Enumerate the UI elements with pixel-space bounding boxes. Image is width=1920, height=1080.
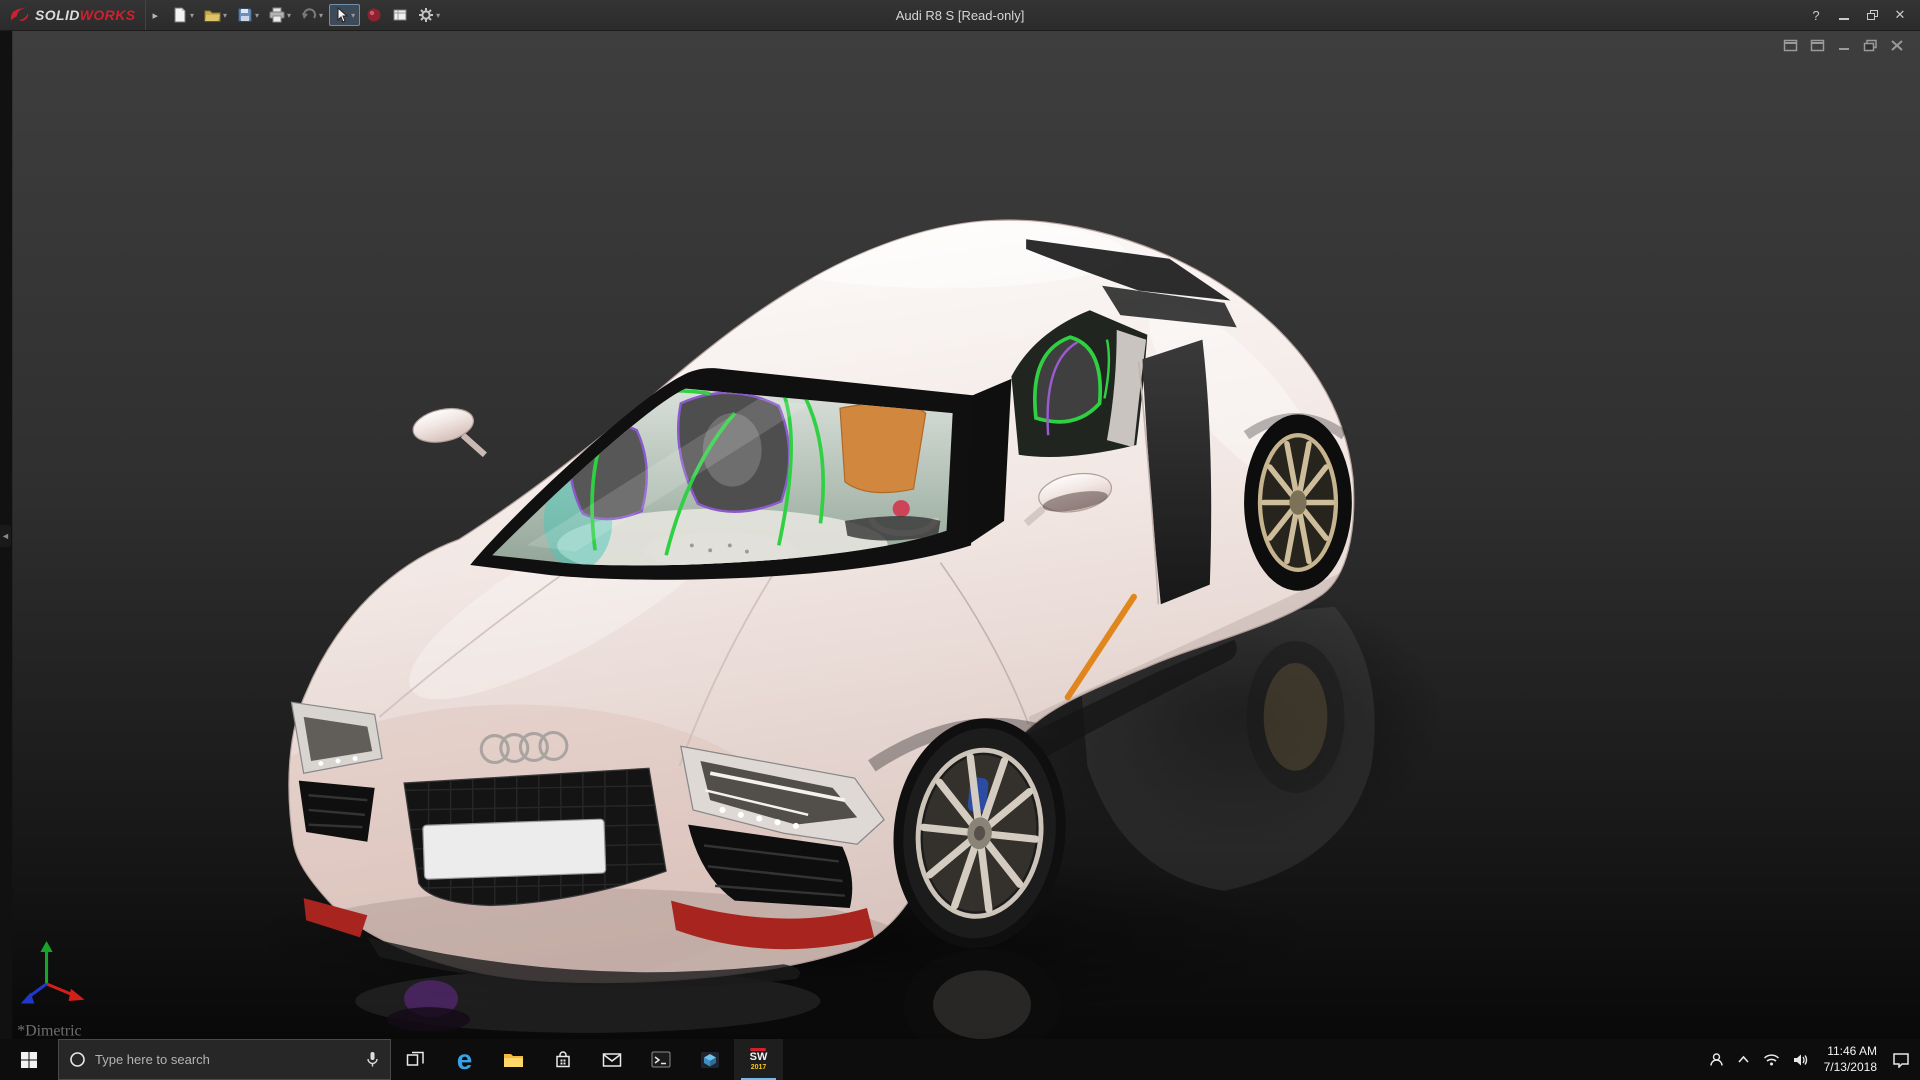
windows-logo-icon [20, 1051, 38, 1069]
taskbar: e [0, 1039, 1920, 1080]
undo-icon [301, 7, 317, 23]
store-icon [554, 1050, 572, 1069]
dropdown-caret[interactable]: ▾ [436, 11, 440, 20]
command-prompt-icon [651, 1051, 671, 1068]
network-icon[interactable] [1763, 1053, 1780, 1066]
dropdown-caret[interactable]: ▾ [287, 11, 291, 20]
appearance-button[interactable] [362, 5, 386, 25]
clock-date: 7/13/2018 [1824, 1060, 1877, 1076]
save-button[interactable]: ▾ [233, 5, 263, 25]
taskbar-search[interactable] [58, 1039, 391, 1080]
menu-flyout-arrow[interactable]: ▸ [146, 9, 168, 22]
file-explorer-button[interactable] [489, 1039, 538, 1080]
window-icon[interactable] [1783, 39, 1798, 52]
select-arrow-icon [334, 7, 349, 23]
solidworks-logo: SOLIDWORKS [0, 0, 146, 30]
options-gear-icon [418, 7, 434, 23]
dropdown-caret[interactable]: ▾ [255, 11, 259, 20]
minimize-button[interactable] [1830, 0, 1858, 30]
titlebar: SOLIDWORKS ▸ ▾ ▾ ▾ [0, 0, 1920, 31]
solidworks-icon: SW 2017 [750, 1048, 768, 1071]
cube-app-icon [700, 1051, 720, 1069]
help-button[interactable]: ? [1802, 0, 1830, 30]
restore-icon [1867, 10, 1878, 20]
edge-button[interactable]: e [440, 1039, 489, 1080]
edge-icon: e [457, 1046, 473, 1074]
ds-logo-icon [8, 6, 30, 24]
left-air-intake [299, 781, 375, 842]
clock-time: 11:46 AM [1824, 1044, 1877, 1060]
panel-expand-arrow[interactable]: ◄ [0, 525, 11, 547]
dropdown-caret[interactable]: ▾ [190, 11, 194, 20]
new-document-icon [172, 7, 188, 23]
taskbar-clock[interactable]: 11:46 AM 7/13/2018 [1822, 1044, 1879, 1075]
mail-icon [602, 1052, 622, 1068]
mail-button[interactable] [587, 1039, 636, 1080]
minimize-icon [1839, 18, 1849, 20]
solidworks-label: SW [750, 1052, 768, 1063]
undo-button[interactable]: ▾ [297, 5, 327, 25]
task-view-icon [406, 1050, 425, 1069]
appearance-sphere-icon [366, 7, 382, 23]
system-tray: 11:46 AM 7/13/2018 [1709, 1039, 1920, 1080]
quick-toolbar: ▾ ▾ ▾ ▾ [168, 0, 444, 30]
command-prompt-button[interactable] [636, 1039, 685, 1080]
cortana-icon [69, 1051, 86, 1068]
drawing-sheet-button[interactable] [388, 5, 412, 25]
brand-works: WORKS [80, 7, 136, 23]
microphone-icon[interactable] [365, 1051, 380, 1068]
dropdown-caret[interactable]: ▾ [351, 11, 355, 20]
close-button[interactable]: ✕ [1886, 0, 1914, 30]
start-button[interactable] [0, 1039, 58, 1080]
store-button[interactable] [538, 1039, 587, 1080]
print-icon [269, 7, 285, 23]
open-folder-icon [204, 7, 221, 23]
cube-app-button[interactable] [685, 1039, 734, 1080]
select-tool-button[interactable]: ▾ [329, 4, 360, 26]
solidworks-taskbar-button[interactable]: SW 2017 [734, 1039, 783, 1080]
document-window-controls [1783, 39, 1904, 52]
new-document-button[interactable]: ▾ [168, 5, 198, 25]
window-controls: ? ✕ [1802, 0, 1920, 30]
drawing-sheet-icon [392, 7, 408, 23]
license-plate [423, 819, 606, 879]
solidworks-year-badge: 2017 [751, 1064, 767, 1071]
action-center-icon[interactable] [1892, 1052, 1910, 1068]
hidden-icons-chevron-icon[interactable] [1737, 1055, 1750, 1064]
print-button[interactable]: ▾ [265, 5, 295, 25]
window-title: Audi R8 S [Read-only] [896, 8, 1025, 23]
restore-document-icon[interactable] [1863, 39, 1878, 52]
people-icon[interactable] [1709, 1052, 1724, 1067]
task-view-button[interactable] [391, 1039, 440, 1080]
file-explorer-icon [503, 1051, 524, 1068]
dropdown-caret[interactable]: ▾ [223, 11, 227, 20]
options-button[interactable]: ▾ [414, 5, 444, 25]
close-document-icon[interactable] [1890, 39, 1904, 52]
graphics-area[interactable]: *Dimetric ◄ [0, 31, 1920, 1039]
window-icon[interactable] [1810, 39, 1825, 52]
restore-button[interactable] [1858, 0, 1886, 30]
dropdown-caret[interactable]: ▾ [319, 11, 323, 20]
minimize-document-icon[interactable] [1837, 39, 1851, 52]
open-button[interactable]: ▾ [200, 5, 231, 25]
brand-text: SOLIDWORKS [35, 7, 135, 23]
rear-wheel [1244, 414, 1352, 590]
save-icon [237, 7, 253, 23]
view-orientation-label: *Dimetric [17, 1022, 81, 1039]
search-input[interactable] [95, 1052, 356, 1067]
model-scene: *Dimetric [0, 31, 1920, 1039]
brand-solid: SOLID [35, 7, 80, 23]
volume-icon[interactable] [1793, 1053, 1809, 1067]
